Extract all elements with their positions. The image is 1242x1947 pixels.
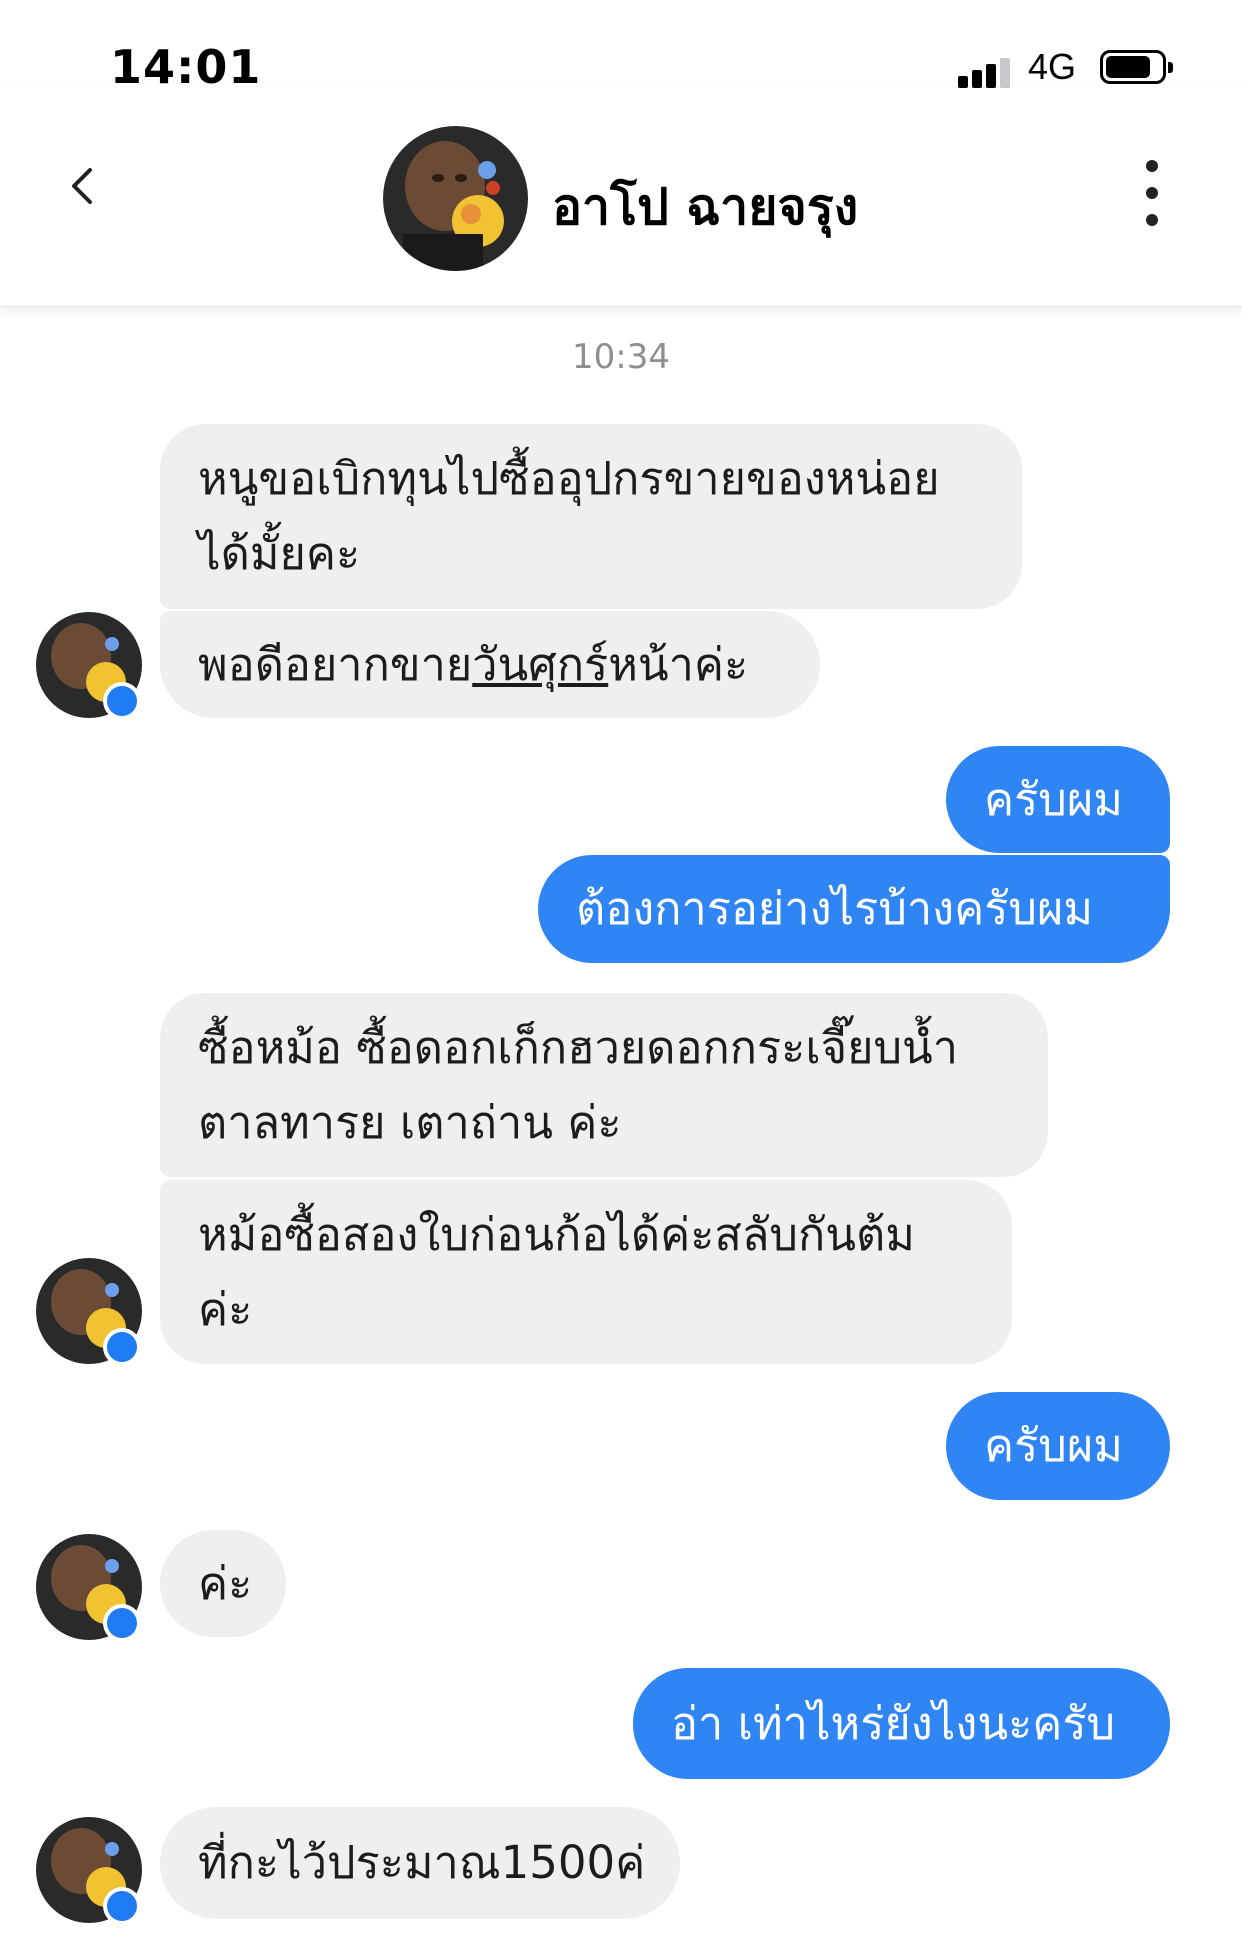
messenger-badge-icon <box>103 1328 141 1366</box>
message-bubble-incoming[interactable]: หม้อซื้อสองใบก่อนก้อได้ค่ะสลับกันต้ม ค่ะ <box>160 1180 1012 1364</box>
message-bubble-incoming[interactable]: ที่กะไว้ประมาณ1500ค่ <box>160 1807 680 1919</box>
message-bubble-incoming[interactable]: ค่ะ <box>160 1530 286 1637</box>
chat-header: อาโป ฉายจรุง <box>0 88 1242 307</box>
message-text: ครับผม <box>984 1419 1123 1472</box>
message-bubble-incoming[interactable]: หนูขอเบิกทุนไปซื้ออุปกรขายของหน่อย ได้มั… <box>160 424 1022 609</box>
message-line: หนูขอเบิกทุนไปซื้ออุปกรขายของหน่อย <box>198 452 940 505</box>
messenger-badge-icon <box>103 682 141 720</box>
signal-icon <box>958 58 1014 88</box>
message-line: ตาลทารย เตาถ่าน ค่ะ <box>198 1096 622 1149</box>
status-bar: 14:01 4G <box>0 0 1242 94</box>
back-chevron-icon[interactable] <box>66 168 102 204</box>
contact-avatar[interactable] <box>383 126 528 271</box>
more-options-icon[interactable] <box>1140 148 1164 238</box>
message-text: ครับผม <box>984 773 1123 826</box>
message-text: ที่กะไว้ประมาณ1500ค่ <box>198 1836 646 1889</box>
message-text: หน้าค่ะ <box>608 638 749 691</box>
message-bubble-incoming[interactable]: พอดีอยากขายวันศุกร์หน้าค่ะ <box>160 611 820 718</box>
message-text: พอดีอยากขาย <box>198 638 473 691</box>
status-time: 14:01 <box>110 40 262 94</box>
message-text: ต้องการอย่างไรบ้างครับผม <box>576 882 1094 935</box>
message-bubble-outgoing[interactable]: ครับผม <box>946 746 1170 853</box>
message-bubble-outgoing[interactable]: ครับผม <box>946 1392 1170 1500</box>
message-line: ค่ะ <box>198 1283 253 1336</box>
message-line: ซื้อหม้อ ซื้อดอกเก็กฮวยดอกกระเจี๊ยบน้ำ <box>198 1021 959 1074</box>
message-bubble-outgoing[interactable]: ต้องการอย่างไรบ้างครับผม <box>538 855 1170 963</box>
network-type: 4G <box>1028 46 1077 87</box>
message-text: อ่า เท่าไหร่ยังไงนะครับ <box>671 1697 1116 1750</box>
message-bubble-incoming[interactable]: ซื้อหม้อ ซื้อดอกเก็กฮวยดอกกระเจี๊ยบน้ำ ต… <box>160 993 1048 1177</box>
contact-name: อาโป ฉายจรุง <box>552 178 859 236</box>
message-line: ได้มั้ยคะ <box>198 527 361 580</box>
battery-icon <box>1100 50 1173 84</box>
message-text: ค่ะ <box>198 1557 253 1610</box>
messenger-badge-icon <box>103 1604 141 1642</box>
messenger-badge-icon <box>103 1887 141 1925</box>
message-line: หม้อซื้อสองใบก่อนก้อได้ค่ะสลับกันต้ม <box>198 1208 915 1261</box>
message-bubble-outgoing[interactable]: อ่า เท่าไหร่ยังไงนะครับ <box>633 1668 1170 1779</box>
conversation-timestamp: 10:34 <box>572 337 670 377</box>
date-link[interactable]: วันศุกร์ <box>472 638 608 691</box>
